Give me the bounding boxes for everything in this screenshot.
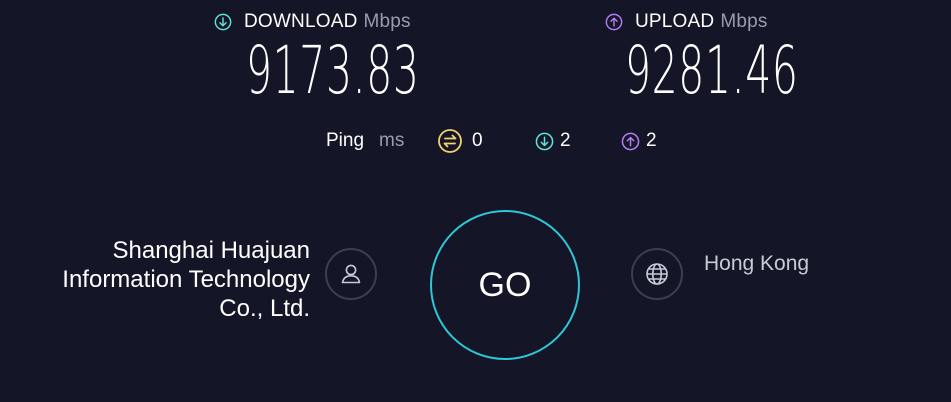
download-speed-value: 9173.83 <box>246 32 420 109</box>
download-header: DOWNLOAD Mbps <box>214 10 411 34</box>
jitter-value: 0 <box>472 130 483 151</box>
isp-name-line: Information Technology <box>62 266 310 293</box>
ping-row: Ping ms 0 2 2 <box>0 128 951 154</box>
ping-unit: ms <box>379 130 405 151</box>
ping-label: Ping <box>326 130 365 151</box>
upload-label: UPLOAD <box>635 11 715 32</box>
isp-name-line: Co., Ltd. <box>219 295 310 322</box>
globe-icon[interactable] <box>631 248 683 300</box>
arrow-down-circle-icon <box>535 128 554 154</box>
arrow-up-circle-icon <box>605 13 623 31</box>
arrow-down-circle-icon <box>214 13 232 31</box>
download-latency-value: 2 <box>560 130 571 151</box>
upload-unit: Mbps <box>720 11 768 32</box>
user-icon[interactable] <box>325 248 377 300</box>
speedtest-panel: DOWNLOAD Mbps 9173.83 UPLOAD Mbps 9281.4… <box>0 0 951 402</box>
go-button[interactable]: GO <box>430 210 580 360</box>
upload-latency-value: 2 <box>646 130 657 151</box>
isp-name[interactable]: Shanghai Huajuan Information Technology … <box>0 236 310 323</box>
download-unit: Mbps <box>363 11 411 32</box>
server-location[interactable]: Hong Kong <box>704 252 809 276</box>
download-label: DOWNLOAD <box>244 11 358 32</box>
jitter-icon <box>437 128 463 154</box>
upload-header: UPLOAD Mbps <box>605 10 768 34</box>
arrow-up-circle-icon <box>621 128 640 154</box>
isp-name-line: Shanghai Huajuan <box>112 237 311 264</box>
upload-speed-value: 9281.46 <box>625 32 799 109</box>
